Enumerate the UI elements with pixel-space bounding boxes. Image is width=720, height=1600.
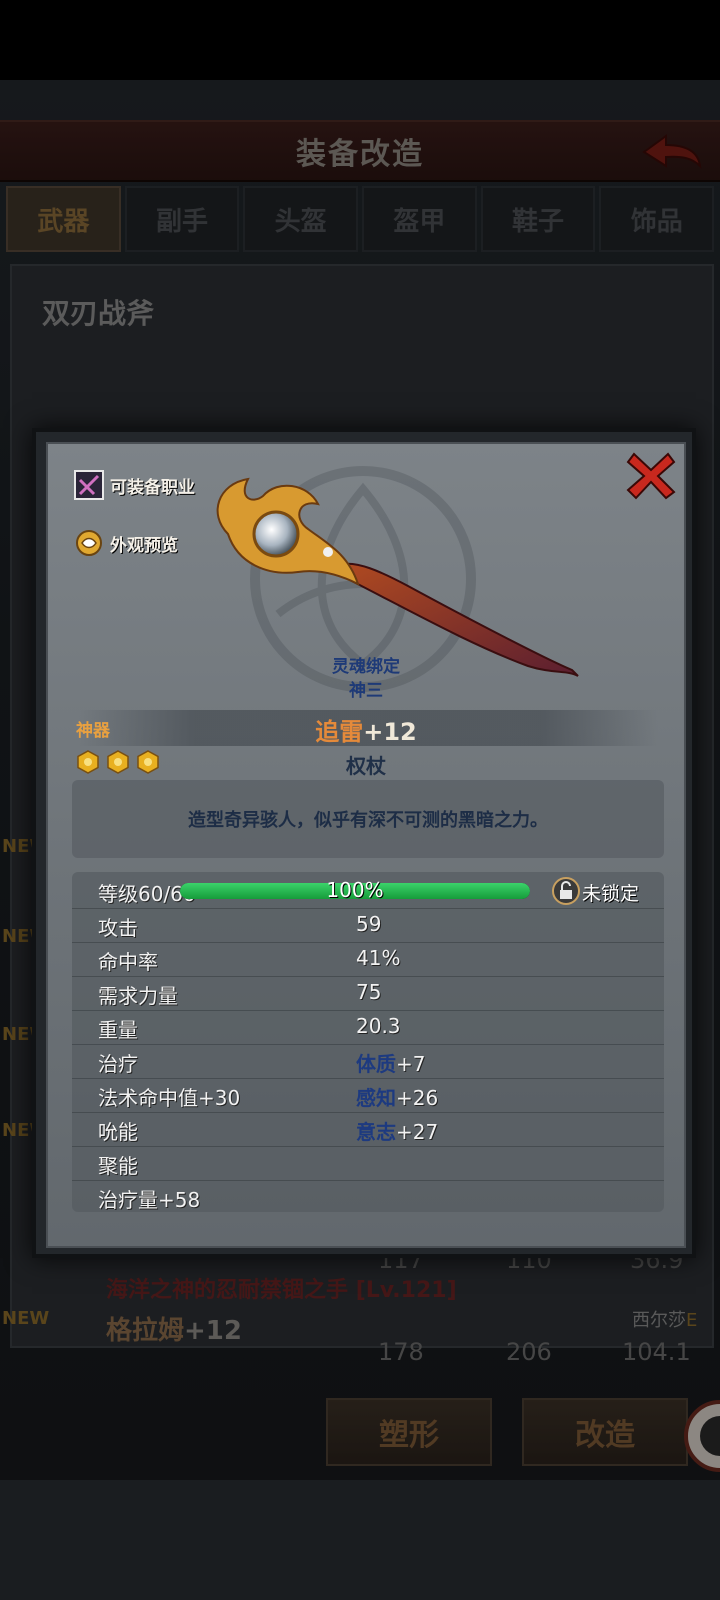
lock-status: 未锁定 xyxy=(582,883,640,905)
bonus-row: 吮能 意志+27 xyxy=(72,1112,664,1147)
class-icon xyxy=(74,470,104,500)
stat-row: 需求力量 75 xyxy=(72,976,664,1011)
soul-bind-label: 灵魂绑定 xyxy=(332,657,400,677)
item-detail-modal: 可装备职业 外观预览 灵魂绑定 神三 神器 追雷+12 权杖 造型奇异骇人，似乎… xyxy=(32,428,696,1258)
bonus-row: 治疗量+58 xyxy=(98,1188,201,1212)
level-percent: 100% xyxy=(326,878,384,902)
stats-panel: 等级60/60 100% 未锁定 攻击 59 命中率 41% 需求力量 75 重… xyxy=(72,872,664,1212)
level-row: 等级60/60 100% 未锁定 xyxy=(72,874,664,909)
item-type: 权杖 xyxy=(346,754,386,778)
stat-row: 攻击 59 xyxy=(72,908,664,943)
item-detail-panel: 可装备职业 外观预览 灵魂绑定 神三 神器 追雷+12 权杖 造型奇异骇人，似乎… xyxy=(46,442,686,1248)
bonus-row: 聚能 xyxy=(72,1146,664,1181)
appearance-preview-link[interactable]: 外观预览 xyxy=(74,528,178,558)
bottom-strip xyxy=(0,1480,720,1600)
stat-row: 重量 20.3 xyxy=(72,1010,664,1045)
item-description: 造型奇异骇人，似乎有深不可测的黑暗之力。 xyxy=(72,780,664,858)
owner-label: 神三 xyxy=(349,681,383,701)
equip-class-link[interactable]: 可装备职业 xyxy=(74,470,195,500)
lock-icon[interactable] xyxy=(552,877,580,905)
bonus-row: 法术命中值+30 感知+26 xyxy=(72,1078,664,1113)
stat-row: 命中率 41% xyxy=(72,942,664,977)
close-icon[interactable] xyxy=(624,448,678,502)
bonus-row: 治疗 体质+7 xyxy=(72,1044,664,1079)
appearance-icon xyxy=(76,530,102,556)
item-name: 追雷+12 xyxy=(315,718,417,746)
